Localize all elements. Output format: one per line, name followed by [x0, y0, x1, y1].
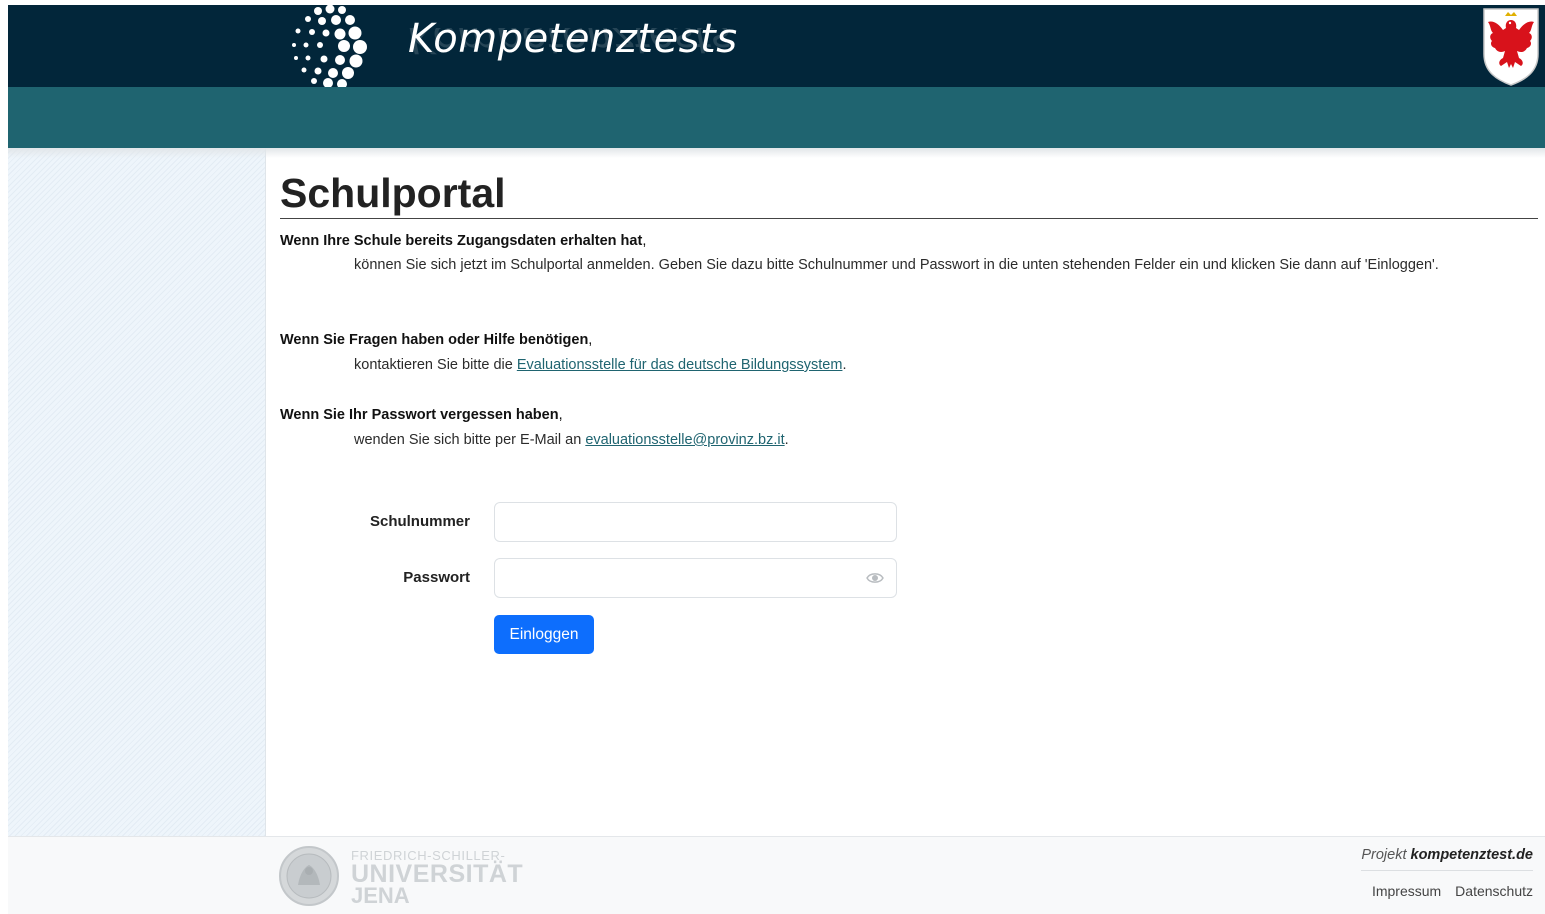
- page-title: Schulportal: [280, 170, 506, 216]
- title-divider: [280, 218, 1538, 219]
- brand-reflection: Kompetenztests: [408, 28, 731, 58]
- header-bar: Kompetenztests Kompetenztests: [8, 5, 1545, 87]
- section-heading-access: Wenn Ihre Schule bereits Zugangsdaten er…: [280, 233, 647, 249]
- page: Kompetenztests Kompetenztests Schulporta…: [0, 0, 1545, 914]
- school-number-label: Schulnummer: [369, 513, 470, 530]
- footer-links: Impressum Datenschutz: [1358, 883, 1533, 899]
- password-input[interactable]: [494, 558, 897, 598]
- section-text-access: können Sie sich jetzt im Schulportal anm…: [354, 257, 1439, 273]
- section-heading-password: Wenn Sie Ihr Passwort vergessen haben,: [280, 407, 563, 423]
- header-nav-bar: [8, 87, 1545, 148]
- section-text-help: kontaktieren Sie bitte die Evaluationsst…: [354, 357, 847, 373]
- project-credit: Projekt kompetenztest.de: [1361, 847, 1533, 863]
- login-button[interactable]: Einloggen: [494, 615, 594, 654]
- university-seal-icon[interactable]: [278, 845, 340, 907]
- evaluation-office-link[interactable]: Evaluationsstelle für das deutsche Bildu…: [517, 357, 843, 373]
- datenschutz-link[interactable]: Datenschutz: [1455, 883, 1533, 899]
- footer: FRIEDRICH-SCHILLER- UNIVERSITÄT JENA Pro…: [8, 836, 1545, 914]
- logo-icon[interactable]: [278, 5, 388, 87]
- impressum-link[interactable]: Impressum: [1372, 883, 1441, 899]
- tyrolean-eagle-crest-icon: [1483, 8, 1539, 86]
- university-logo-text: FRIEDRICH-SCHILLER- UNIVERSITÄT JENA: [351, 848, 524, 908]
- left-edge: [0, 0, 8, 914]
- footer-divider: [1361, 870, 1533, 871]
- email-link[interactable]: evaluationsstelle@provinz.bz.it: [585, 432, 784, 448]
- header-shadow: [8, 148, 1545, 158]
- sidebar: [8, 148, 266, 836]
- project-name[interactable]: kompetenztest.de: [1411, 847, 1533, 863]
- section-text-password: wenden Sie sich bitte per E-Mail an eval…: [354, 432, 789, 448]
- main-content: Schulportal Wenn Ihre Schule bereits Zug…: [266, 148, 1545, 836]
- section-heading-help: Wenn Sie Fragen haben oder Hilfe benötig…: [280, 332, 593, 348]
- eye-icon[interactable]: [866, 571, 884, 585]
- password-label: Passwort: [403, 569, 470, 586]
- school-number-input[interactable]: [494, 502, 897, 542]
